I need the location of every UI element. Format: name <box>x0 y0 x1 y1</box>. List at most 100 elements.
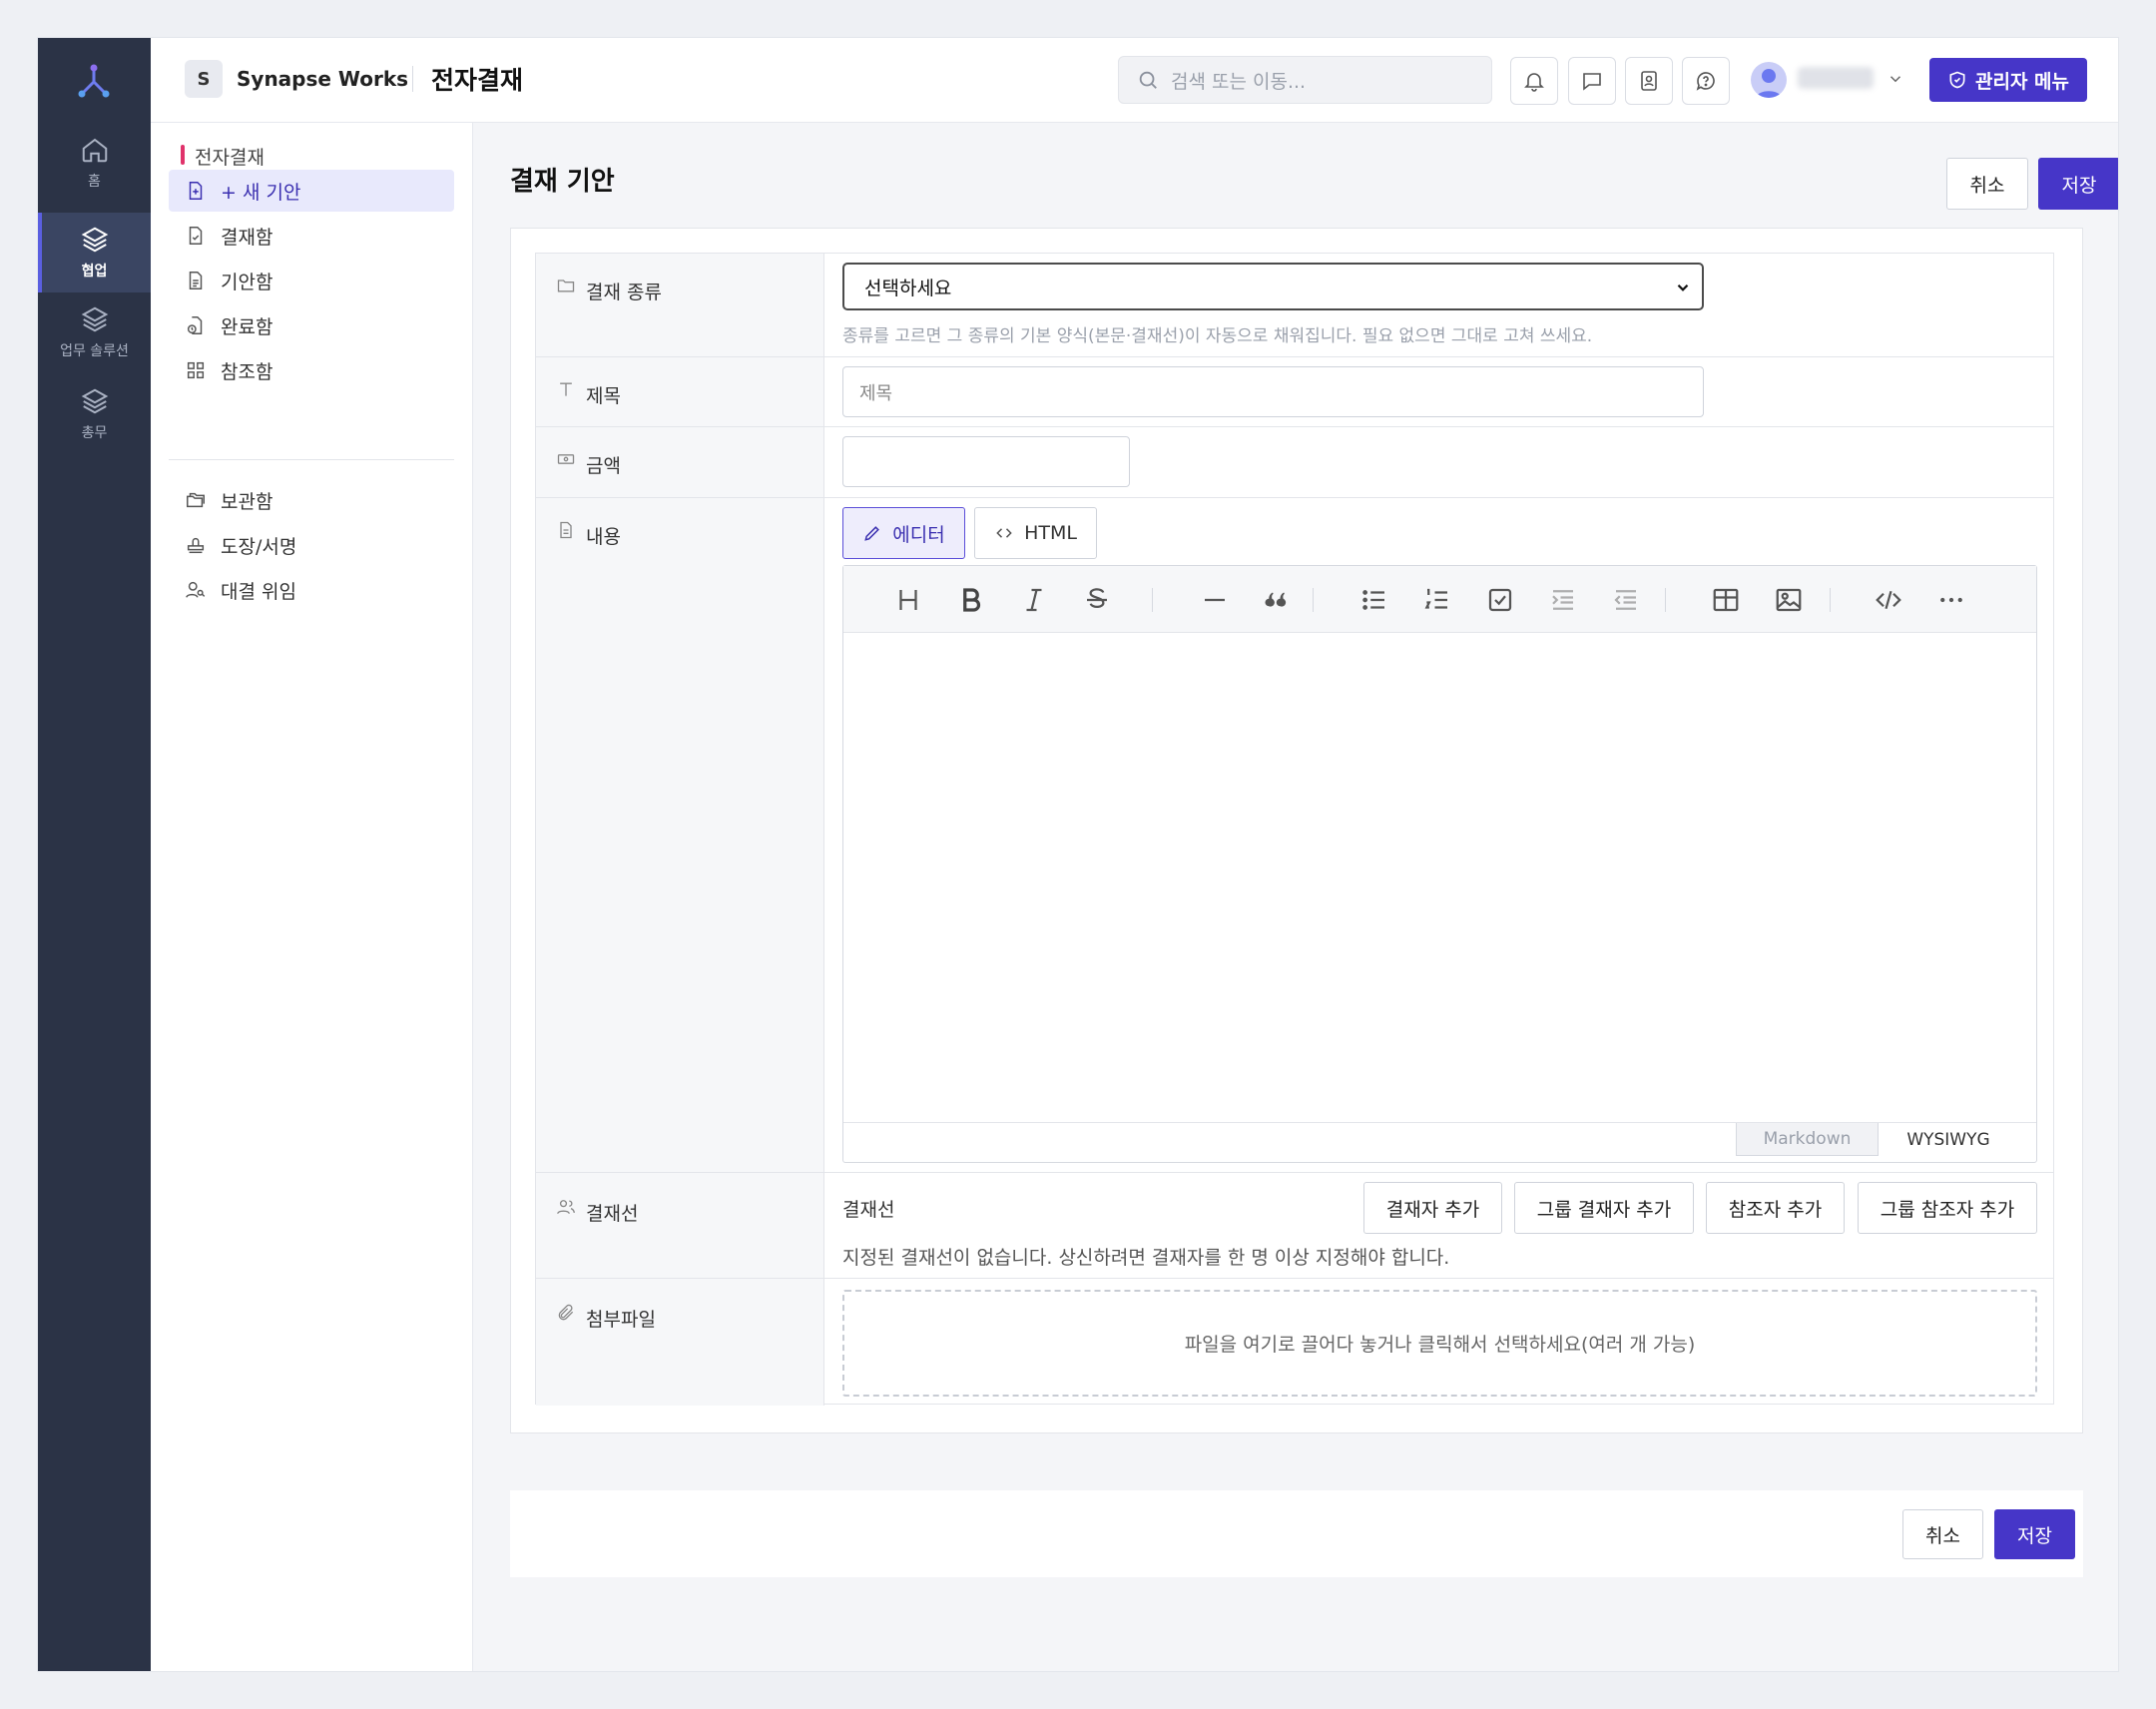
quote-button[interactable] <box>1263 585 1293 615</box>
bullet-list-button[interactable] <box>1359 585 1389 615</box>
toolbar-divider <box>1313 588 1314 612</box>
sidebar-item-completed[interactable]: 완료함 <box>169 304 454 346</box>
bold-icon <box>963 588 981 612</box>
add-group-referrer-button[interactable]: 그룹 참조자 추가 <box>1858 1182 2037 1234</box>
rail-item-general-affairs[interactable]: 총무 <box>38 374 151 454</box>
sidebar-item-new-draft[interactable]: + 새 기안 <box>169 170 454 212</box>
help-button[interactable] <box>1682 57 1730 105</box>
user-avatar-icon <box>1756 69 1782 98</box>
subject-placeholder: 제목 <box>859 382 893 404</box>
file-dropzone[interactable]: 파일을 여기로 끌어다 놓거나 클릭해서 선택하세요(여러 개 가능) <box>842 1290 2037 1397</box>
add-group-approver-button[interactable]: 그룹 결재자 추가 <box>1514 1182 1694 1234</box>
editor-mode-button[interactable]: 에디터 <box>842 507 965 559</box>
field-label-cell: 결재 종류 <box>536 254 824 356</box>
home-icon <box>82 138 107 163</box>
type-select-value: 선택하세요 <box>864 277 952 299</box>
page-title: 전자결재 <box>431 66 524 95</box>
subject-input[interactable]: 제목 <box>842 366 1704 417</box>
table-button[interactable] <box>1711 585 1741 615</box>
sidebar-item-stamp-signature[interactable]: 도장/서명 <box>169 524 454 566</box>
admin-menu-button[interactable]: 관리자 메뉴 <box>1929 58 2087 102</box>
sidebar-divider <box>169 459 454 460</box>
image-button[interactable] <box>1774 585 1804 615</box>
more-button[interactable] <box>1936 585 1966 615</box>
rail-item-solutions[interactable]: 업무 솔루션 <box>38 292 151 372</box>
add-approver-button[interactable]: 결재자 추가 <box>1363 1182 1502 1234</box>
messages-button[interactable] <box>1568 57 1616 105</box>
chevron-down-icon <box>1677 284 1689 291</box>
sidebar-item-drafts[interactable]: 기안함 <box>169 260 454 301</box>
field-label-cell: 제목 <box>536 357 824 426</box>
sidebar-item-approval-box[interactable]: 결재함 <box>169 215 454 257</box>
task-list-button[interactable] <box>1485 585 1515 615</box>
indent-button[interactable] <box>1548 585 1578 615</box>
field-label-cell: 결재선 <box>536 1173 824 1278</box>
image-icon <box>1776 588 1802 612</box>
bold-button[interactable] <box>956 585 986 615</box>
amount-label: 금액 <box>586 455 621 477</box>
strike-button[interactable] <box>1082 585 1112 615</box>
form-row-type: 결재 종류 선택하세요 종류를 고르면 그 종류의 기본 양식(본문·결재선)이… <box>536 254 2053 357</box>
outdent-icon <box>1614 590 1636 610</box>
file-clock-icon <box>187 316 203 334</box>
sidebar-item-archive[interactable]: 보관함 <box>169 479 454 521</box>
italic-button[interactable] <box>1019 585 1049 615</box>
workspace-badge[interactable]: S <box>185 60 223 98</box>
field-label: 결재선 <box>556 1199 638 1226</box>
sidebar-section-title: 전자결재 <box>181 143 265 170</box>
chevron-down-icon[interactable] <box>1886 70 1904 88</box>
cancel-button-top[interactable]: 취소 <box>1946 158 2028 210</box>
html-mode-button[interactable]: HTML <box>974 507 1097 559</box>
user-name-redacted[interactable] <box>1798 67 1874 89</box>
ordered-list-button[interactable] <box>1422 585 1452 615</box>
app-logo-icon[interactable] <box>74 62 114 102</box>
tab-wysiwyg[interactable]: WYSIWYG <box>1879 1123 2018 1156</box>
contacts-button[interactable] <box>1625 57 1673 105</box>
horizontal-rule-button[interactable] <box>1200 585 1230 615</box>
add-referrer-button[interactable]: 참조자 추가 <box>1706 1182 1845 1234</box>
code-icon <box>996 528 1012 538</box>
file-plus-icon <box>189 182 203 200</box>
code-block-button[interactable] <box>1874 585 1903 615</box>
rich-text-editor[interactable]: Markdown WYSIWYG <box>842 565 2037 1163</box>
outdent-button[interactable] <box>1611 585 1641 615</box>
field-label: 첨부파일 <box>556 1304 656 1332</box>
field-label-cell: 금액 <box>536 427 824 497</box>
rail-item-label: 총무 <box>81 425 108 441</box>
rail-item-label: 협업 <box>81 264 108 280</box>
sidebar-item-label: 기안함 <box>221 271 273 293</box>
file-check-icon <box>189 227 203 245</box>
sidebar-item-references[interactable]: 참조함 <box>169 349 454 391</box>
field-label: 내용 <box>556 521 621 549</box>
document-icon <box>560 521 572 538</box>
tab-markdown[interactable]: Markdown <box>1736 1123 1879 1156</box>
folder-icon <box>557 279 575 291</box>
notifications-button[interactable] <box>1510 57 1558 105</box>
toolbar-divider <box>1665 588 1666 612</box>
type-hint: 종류를 고르면 그 종류의 기본 양식(본문·결재선)이 자동으로 채워집니다.… <box>842 326 1593 346</box>
save-button-bottom[interactable]: 저장 <box>1994 1509 2075 1559</box>
rail-item-home[interactable]: 홈 <box>38 123 151 203</box>
money-icon <box>557 453 575 464</box>
chat-icon <box>1583 73 1601 91</box>
cancel-button-bottom[interactable]: 취소 <box>1902 1509 1983 1559</box>
contacts-icon <box>1641 71 1657 91</box>
horizontal-rule-icon <box>1205 598 1225 602</box>
quote-icon <box>1265 592 1287 607</box>
sidebar-item-label: 완료함 <box>221 315 273 338</box>
stamp-icon <box>187 537 205 554</box>
type-select[interactable]: 선택하세요 <box>842 263 1704 310</box>
form-title: 결재 기안 <box>510 167 615 197</box>
save-button-top[interactable]: 저장 <box>2038 158 2118 210</box>
avatar[interactable] <box>1751 62 1787 98</box>
sidebar-item-delegation[interactable]: 대결 위임 <box>169 569 454 611</box>
app-window: 홈 협업 업무 솔루션 총무 S Synapse Works 전자결재 검색 또… <box>37 37 2119 1672</box>
help-icon <box>1696 72 1715 91</box>
heading-button[interactable] <box>893 585 923 615</box>
rail-item-collab[interactable]: 협업 <box>38 213 151 292</box>
form-row-approval-line: 결재선 결재선 결재자 추가 그룹 결재자 추가 참조자 추가 그룹 참조자 추… <box>536 1173 2053 1279</box>
workspace-name[interactable]: Synapse Works <box>237 67 408 91</box>
search-input[interactable]: 검색 또는 이동... <box>1118 56 1492 104</box>
amount-input[interactable] <box>842 436 1130 487</box>
form-row-attachment: 첨부파일 파일을 여기로 끌어다 놓거나 클릭해서 선택하세요(여러 개 가능) <box>536 1279 2053 1406</box>
